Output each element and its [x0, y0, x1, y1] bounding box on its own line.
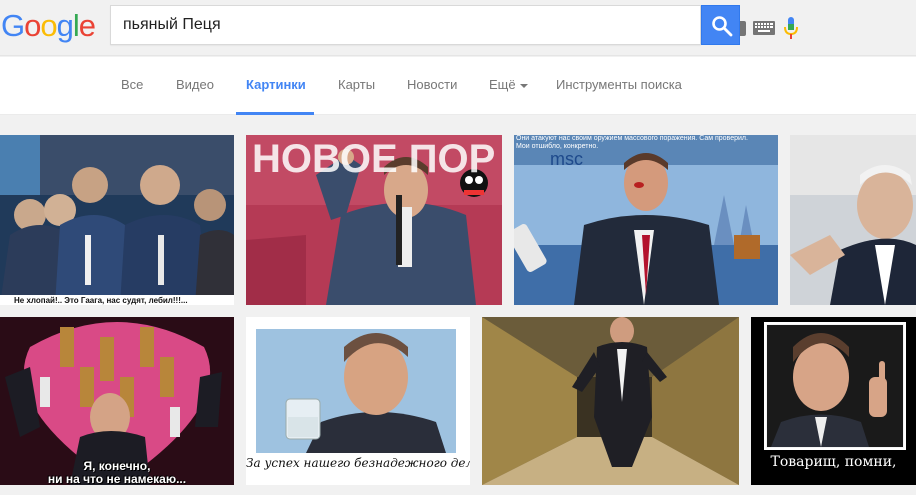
- image-result[interactable]: Они атакуют нас своим оружием массового …: [514, 135, 778, 305]
- tab-news[interactable]: Новости: [407, 77, 457, 92]
- active-tab-indicator: [236, 112, 314, 115]
- image-result[interactable]: [790, 135, 916, 305]
- image-caption: Я, конечно,: [83, 459, 151, 473]
- image-result[interactable]: Не хлопай!.. Это Гаага, нас судят, лебил…: [0, 135, 234, 305]
- logo-letter: G: [1, 8, 25, 43]
- tab-search-tools[interactable]: Инструменты поиска: [556, 77, 682, 92]
- tab-images[interactable]: Картинки: [246, 77, 306, 92]
- search-icon: [712, 16, 733, 37]
- image-caption: Не хлопай!.. Это Гаага, нас судят, лебил…: [14, 296, 188, 305]
- image-result[interactable]: НОВОЕ ПОР: [246, 135, 502, 305]
- image-caption: НОВОЕ ПОР: [252, 137, 496, 181]
- image-caption-line2: ни на что не намекаю...: [47, 472, 187, 485]
- microphone-icon[interactable]: [783, 17, 799, 41]
- image-result[interactable]: Товарищ, помни,: [751, 317, 916, 485]
- search-button[interactable]: [701, 5, 740, 45]
- image-result[interactable]: [482, 317, 739, 485]
- chevron-down-icon: [519, 83, 528, 88]
- google-logo[interactable]: Google: [1, 8, 96, 43]
- search-input[interactable]: [111, 6, 601, 44]
- image-caption: Они атакуют нас своим оружием массового …: [516, 135, 748, 142]
- logo-letter: o: [40, 8, 57, 43]
- logo-letter: e: [78, 8, 96, 43]
- image-logo-text: msc: [550, 149, 583, 169]
- logo-letter: o: [24, 8, 41, 43]
- header: Google: [0, 0, 916, 56]
- tab-maps[interactable]: Карты: [338, 77, 375, 92]
- search-tabs-bar: Все Видео Картинки Карты Новости Ещё Инс…: [0, 57, 916, 115]
- logo-letter: g: [56, 8, 74, 43]
- tab-video[interactable]: Видео: [176, 77, 214, 92]
- tab-more-label: Ещё: [489, 77, 516, 92]
- image-result[interactable]: Я, конечно, ни на что не намекаю...: [0, 317, 234, 485]
- image-thumbnail: [0, 135, 234, 305]
- image-result[interactable]: За успех нашего безнадежного дела!: [246, 317, 470, 485]
- search-box: [110, 5, 798, 45]
- tab-more[interactable]: Ещё: [489, 77, 528, 92]
- image-caption: За успех нашего безнадежного дела!: [246, 456, 470, 470]
- image-thumbnail: [790, 135, 916, 305]
- image-caption: Товарищ, помни,: [770, 454, 897, 470]
- tab-all[interactable]: Все: [121, 77, 143, 92]
- keyboard-icon[interactable]: [753, 21, 775, 35]
- image-thumbnail: [482, 317, 739, 485]
